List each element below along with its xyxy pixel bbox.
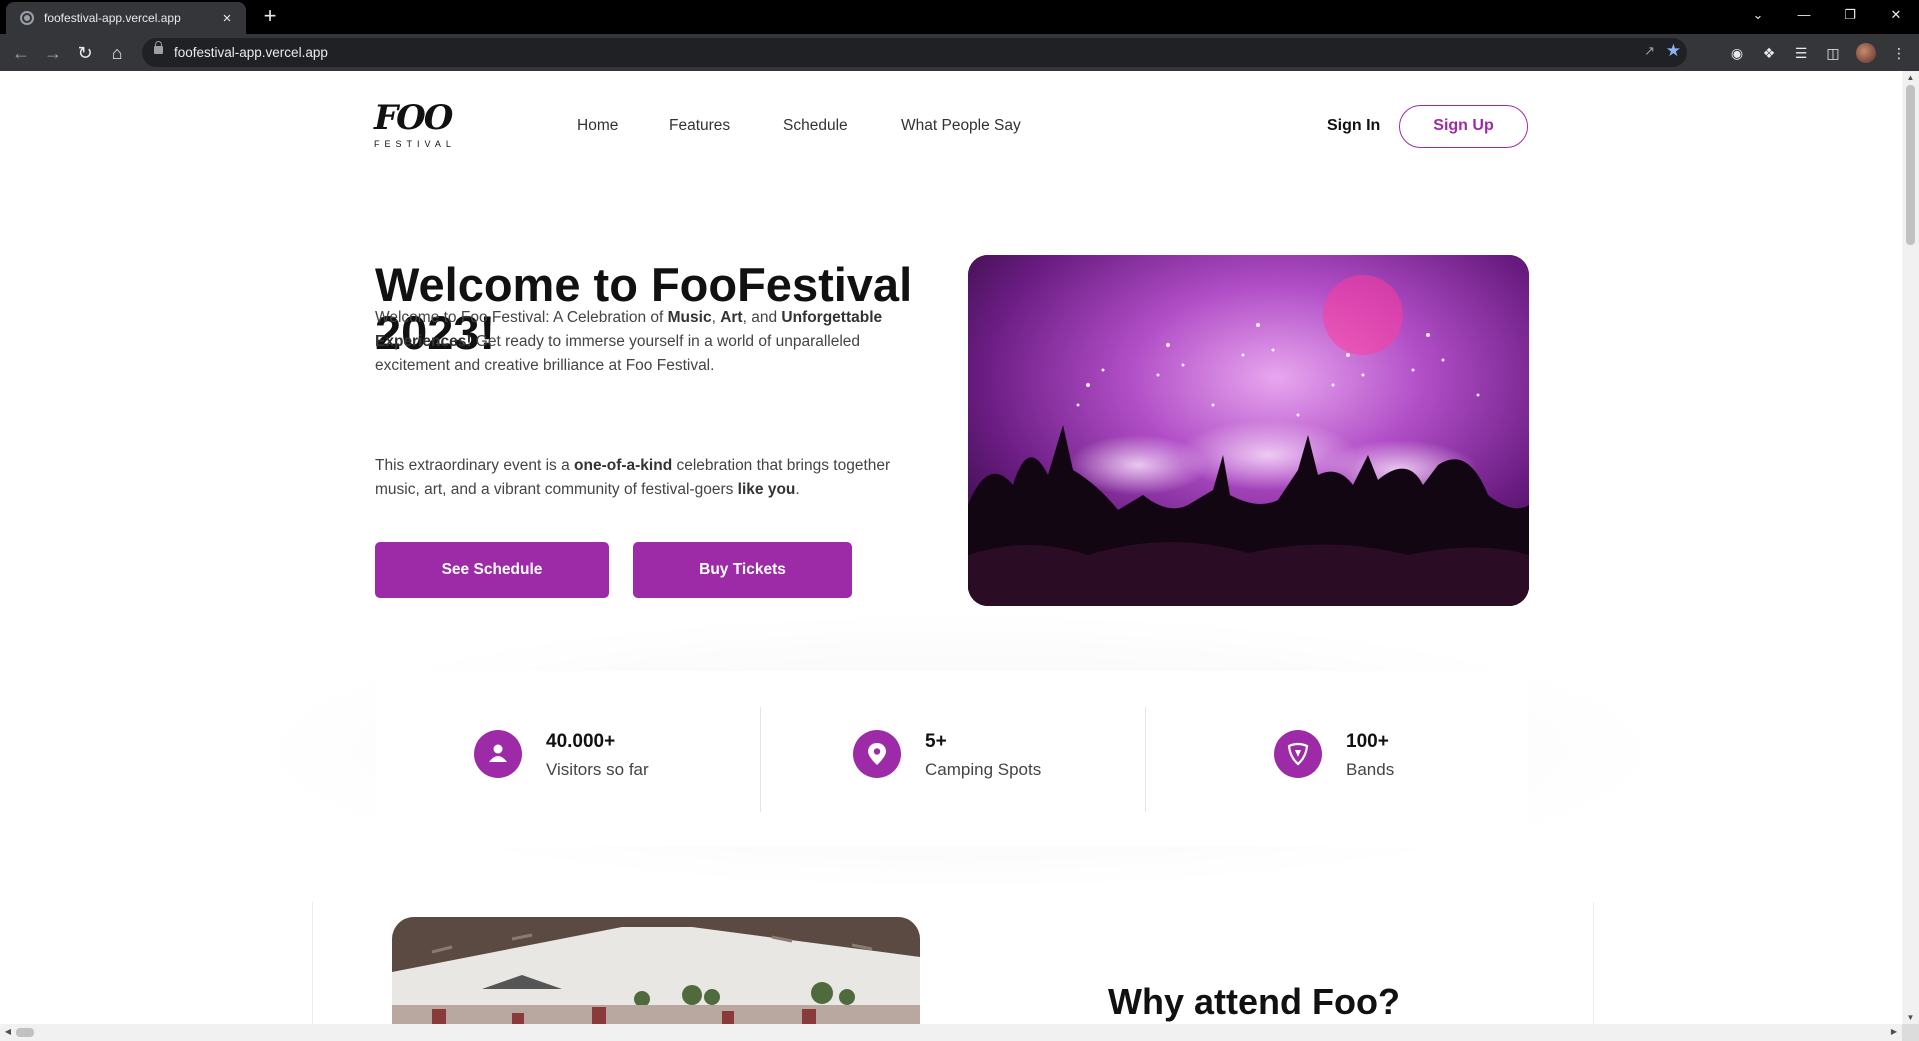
stat-visitors-label: Visitors so far	[546, 760, 649, 779]
hero-title-brand: FooFestival	[650, 258, 913, 311]
hero-title-prefix: Welcome to	[375, 258, 651, 311]
scrollbar-thumb[interactable]	[16, 1028, 34, 1037]
side-panel-icon[interactable]: ◫	[1822, 42, 1844, 64]
home-icon[interactable]: ⌂	[104, 40, 130, 66]
hero-concert-image	[968, 255, 1529, 606]
nav-home[interactable]: Home	[577, 117, 618, 135]
bookmark-star-icon[interactable]: ★	[1666, 41, 1681, 61]
reload-icon[interactable]: ↻	[72, 40, 98, 66]
back-icon[interactable]: ←	[8, 40, 34, 66]
globe-icon	[20, 11, 34, 25]
stat-camping-value: 5+	[925, 731, 947, 752]
menu-kebab-icon[interactable]: ⋮	[1888, 42, 1910, 64]
nav-what-people-say[interactable]: What People Say	[901, 117, 1021, 135]
minimize-button[interactable]: —	[1782, 0, 1826, 30]
site-logo[interactable]: FOO FESTIVAL	[374, 101, 460, 151]
text-bold: Music	[667, 309, 712, 326]
person-icon	[474, 730, 522, 778]
puzzle-icon[interactable]: ❖	[1758, 42, 1780, 64]
browser-tab-strip: foofestival-app.vercel.app × + ⌄ — ❐ ✕	[0, 0, 1919, 34]
stats-divider	[1145, 707, 1146, 812]
vertical-scrollbar[interactable]: ▲ ▼	[1902, 71, 1919, 1024]
stat-visitors-value: 40.000+	[546, 731, 616, 752]
stat-bands-label: Bands	[1346, 760, 1395, 779]
text-bold: Art	[720, 309, 743, 326]
tab-search-icon[interactable]: ⌄	[1736, 0, 1780, 30]
share-icon[interactable]: ↗	[1644, 43, 1655, 59]
scrollbar-corner	[1902, 1024, 1919, 1041]
text-run: This extraordinary event is a	[375, 457, 575, 474]
scroll-left-arrow-icon[interactable]: ◀	[2, 1027, 14, 1036]
hero-second-paragraph: This extraordinary event is a one-of-a-k…	[375, 454, 935, 502]
stats-card	[376, 671, 1528, 846]
text-run: ,	[711, 309, 721, 326]
tab-close-button[interactable]: ×	[218, 10, 236, 27]
scrollbar-thumb[interactable]	[1906, 85, 1915, 245]
new-tab-button[interactable]: +	[258, 4, 282, 28]
close-window-button[interactable]: ✕	[1874, 0, 1918, 30]
avatar[interactable]	[1856, 43, 1876, 63]
why-attend-heading: Why attend Foo?	[1108, 981, 1400, 1022]
logo-script: FOO	[374, 98, 453, 138]
forward-icon[interactable]: →	[40, 40, 66, 66]
see-schedule-button[interactable]: See Schedule	[375, 542, 609, 598]
tent-illustration	[392, 917, 920, 1024]
text-run: Welcome to Foo Festival: A Celebration o…	[375, 309, 668, 326]
scroll-down-arrow-icon[interactable]: ▼	[1902, 1013, 1919, 1022]
sign-up-button[interactable]: Sign Up	[1399, 105, 1528, 148]
browser-tab[interactable]: foofestival-app.vercel.app ×	[6, 2, 246, 34]
guitar-pick-icon	[1274, 730, 1322, 778]
festival-tent-image	[392, 917, 920, 1024]
nav-schedule[interactable]: Schedule	[783, 117, 848, 135]
extension-icon[interactable]: ◉	[1726, 42, 1748, 64]
url-text: foofestival-app.vercel.app	[174, 45, 328, 60]
concert-illustration	[968, 255, 1529, 606]
text-run: , and	[742, 309, 782, 326]
nav-features[interactable]: Features	[669, 117, 730, 135]
scroll-right-arrow-icon[interactable]: ▶	[1888, 1027, 1900, 1036]
hero-intro-paragraph: Welcome to Foo Festival: A Celebration o…	[375, 306, 935, 378]
stat-camping-label: Camping Spots	[925, 760, 1042, 779]
address-bar[interactable]: foofestival-app.vercel.app ↗ ★	[142, 38, 1687, 67]
restore-button[interactable]: ❐	[1828, 0, 1872, 30]
media-icon[interactable]: ☰	[1790, 42, 1812, 64]
stats-divider	[760, 707, 761, 812]
stat-bands-value: 100+	[1346, 731, 1389, 752]
text-run: .	[795, 481, 800, 498]
tab-title: foofestival-app.vercel.app	[44, 11, 181, 25]
text-bold: one-of-a-kind	[574, 457, 673, 474]
sign-in-link[interactable]: Sign In	[1327, 117, 1380, 135]
location-pin-icon	[853, 730, 901, 778]
page-viewport: FOO FESTIVAL Home Features Schedule What…	[0, 71, 1902, 1024]
browser-toolbar: ← → ↻ ⌂ foofestival-app.vercel.app ↗ ★ ◉…	[0, 34, 1919, 71]
buy-tickets-button[interactable]: Buy Tickets	[633, 542, 852, 598]
horizontal-scrollbar[interactable]: ◀ ▶	[0, 1024, 1902, 1041]
lock-icon	[154, 41, 163, 54]
logo-subtitle: FESTIVAL	[374, 139, 456, 149]
text-bold: like you	[737, 481, 796, 498]
scroll-up-arrow-icon[interactable]: ▲	[1902, 73, 1919, 82]
